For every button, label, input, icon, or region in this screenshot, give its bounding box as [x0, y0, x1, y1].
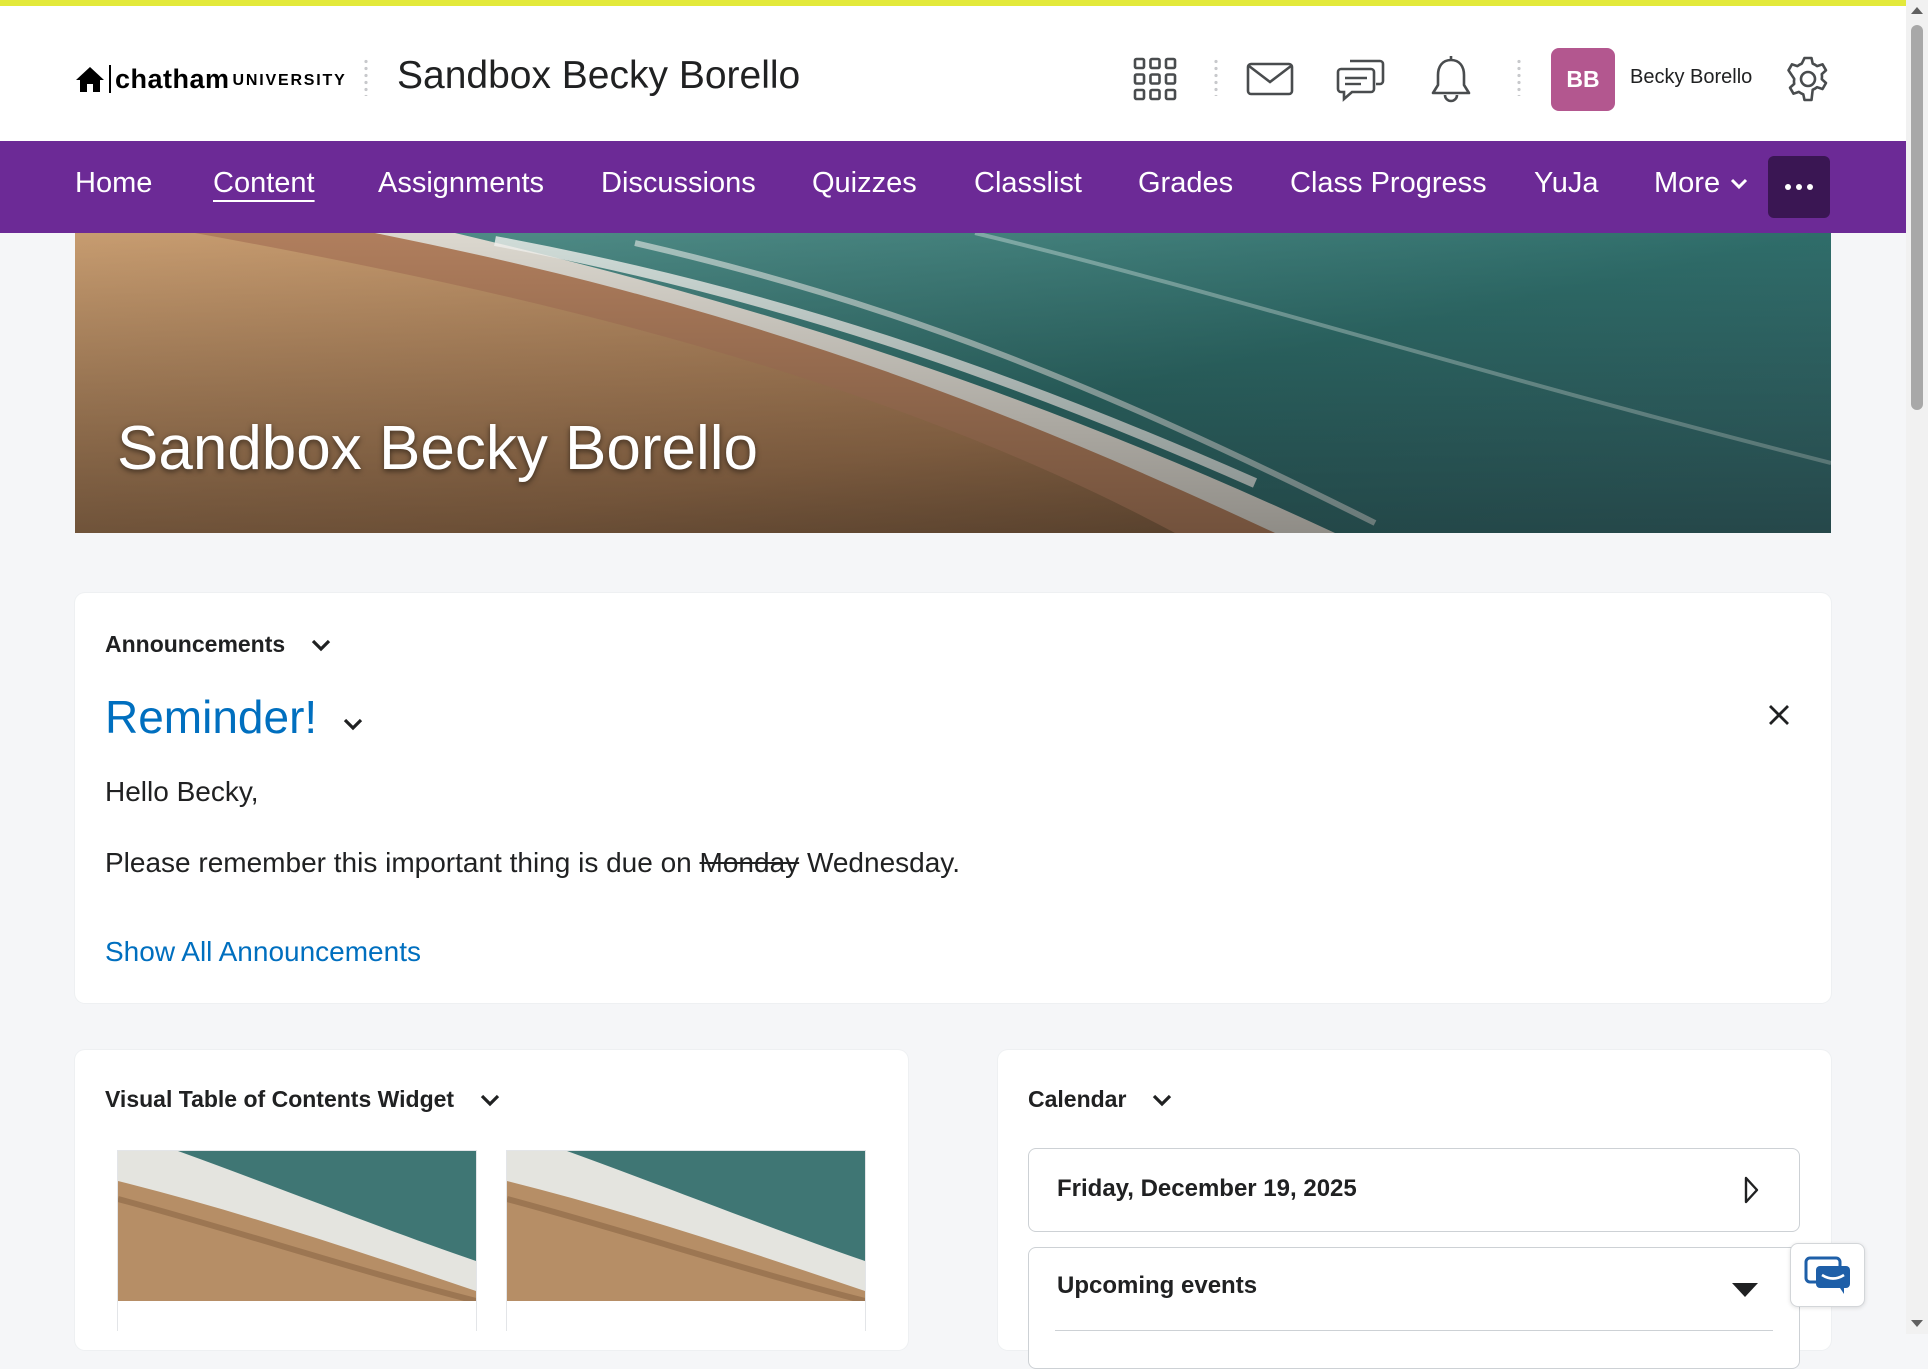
nav-more-menu[interactable]: More — [1654, 167, 1748, 200]
ellipsis-dot — [1807, 184, 1813, 190]
announcement-body-after: Wednesday. — [806, 847, 960, 878]
nav-more-label: More — [1654, 167, 1721, 199]
banner-title: Sandbox Becky Borello — [117, 414, 759, 483]
chat-bubble-icon — [1804, 1256, 1850, 1294]
logo-sub-text: UNIVERSITY — [232, 72, 347, 89]
user-name[interactable]: Becky Borello — [1630, 66, 1752, 89]
bell-icon — [1431, 56, 1471, 103]
nav-content[interactable]: Content — [213, 167, 315, 200]
messages-button[interactable] — [1245, 54, 1295, 104]
chat-icon — [1336, 59, 1385, 102]
calendar-header[interactable]: Calendar — [1028, 1086, 1172, 1113]
ellipsis-dot — [1796, 184, 1802, 190]
nav-yuja[interactable]: YuJa — [1534, 167, 1599, 200]
subscriptions-button[interactable] — [1336, 54, 1386, 104]
upcoming-events-label: Upcoming events — [1057, 1272, 1258, 1299]
header-separator — [1214, 58, 1218, 96]
beach-banner-image — [75, 233, 1831, 533]
calendar-widget: Calendar Friday, December 19, 2025 Upcom… — [998, 1050, 1831, 1369]
logo-main-text: chatham — [115, 63, 230, 94]
mail-icon — [1246, 62, 1294, 96]
calendar-heading: Calendar — [1028, 1086, 1127, 1112]
show-all-announcements-link[interactable]: Show All Announcements — [105, 936, 421, 968]
settings-button[interactable] — [1783, 54, 1833, 104]
chevron-down-icon[interactable] — [343, 717, 363, 731]
chevron-down-icon — [480, 1094, 500, 1106]
university-logo[interactable]: chatham UNIVERSITY — [75, 62, 347, 96]
nav-class-progress[interactable]: Class Progress — [1290, 167, 1487, 200]
nav-home[interactable]: Home — [75, 167, 152, 200]
home-icon — [76, 67, 104, 92]
chat-support-button[interactable] — [1790, 1243, 1865, 1307]
visual-toc-widget: Visual Table of Contents Widget — [75, 1050, 908, 1350]
notifications-button[interactable] — [1426, 54, 1476, 104]
calendar-date-selector[interactable]: Friday, December 19, 2025 — [1028, 1148, 1800, 1232]
gear-icon — [1787, 56, 1828, 102]
scroll-down-arrow-icon[interactable] — [1906, 1316, 1928, 1332]
user-avatar[interactable]: BB — [1551, 48, 1615, 111]
toc-tile[interactable] — [506, 1150, 866, 1331]
visual-toc-heading: Visual Table of Contents Widget — [105, 1086, 455, 1112]
visual-toc-header[interactable]: Visual Table of Contents Widget — [105, 1086, 500, 1113]
nav-quizzes[interactable]: Quizzes — [812, 167, 917, 200]
nav-classlist[interactable]: Classlist — [974, 167, 1082, 200]
close-icon[interactable] — [1767, 703, 1791, 727]
nav-overflow-button[interactable] — [1768, 156, 1830, 218]
chevron-down-icon — [1731, 178, 1748, 189]
scrollbar-thumb[interactable] — [1911, 25, 1923, 410]
calendar-date: Friday, December 19, 2025 — [1057, 1175, 1357, 1202]
scroll-up-arrow-icon[interactable] — [1906, 2, 1928, 18]
caret-down-icon[interactable] — [1731, 1282, 1759, 1298]
ellipsis-dot — [1785, 184, 1791, 190]
header-separator — [364, 58, 368, 96]
announcement-body-struck: Monday — [699, 847, 800, 878]
beach-thumbnail-image — [118, 1151, 476, 1304]
announcement-greeting: Hello Becky, — [105, 776, 259, 807]
logo-divider — [109, 65, 111, 93]
waffle-icon — [1133, 57, 1177, 101]
course-title-link[interactable]: Sandbox Becky Borello — [397, 54, 800, 98]
chevron-down-icon — [1153, 1094, 1172, 1106]
nav-assignments[interactable]: Assignments — [378, 167, 544, 200]
nav-discussions[interactable]: Discussions — [601, 167, 756, 200]
announcement-body-before: Please remember this important thing is … — [105, 847, 692, 878]
header-separator — [1517, 58, 1521, 96]
chevron-down-icon — [312, 639, 331, 651]
announcement-title-link[interactable]: Reminder! — [105, 690, 317, 744]
announcement-body: Please remember this important thing is … — [105, 847, 960, 879]
announcements-widget: Announcements Reminder! Hello Becky, Ple… — [75, 593, 1831, 1003]
chevron-right-icon[interactable] — [1743, 1176, 1759, 1204]
announcements-header[interactable]: Announcements — [105, 631, 331, 658]
divider — [1055, 1330, 1773, 1331]
toc-tile[interactable] — [117, 1150, 477, 1331]
upcoming-events-panel[interactable]: Upcoming events — [1028, 1247, 1800, 1369]
announcements-heading: Announcements — [105, 631, 286, 657]
beach-thumbnail-image — [507, 1151, 865, 1304]
announcement-item-header[interactable]: Reminder! — [105, 690, 363, 744]
nav-grades[interactable]: Grades — [1138, 167, 1233, 200]
minibar-header: chatham UNIVERSITY Sandbox Becky Borello — [0, 6, 1906, 141]
course-navbar: Home Content Assignments Discussions Qui… — [0, 141, 1906, 233]
course-banner: Sandbox Becky Borello — [75, 233, 1831, 533]
course-selector-button[interactable] — [1130, 54, 1180, 104]
